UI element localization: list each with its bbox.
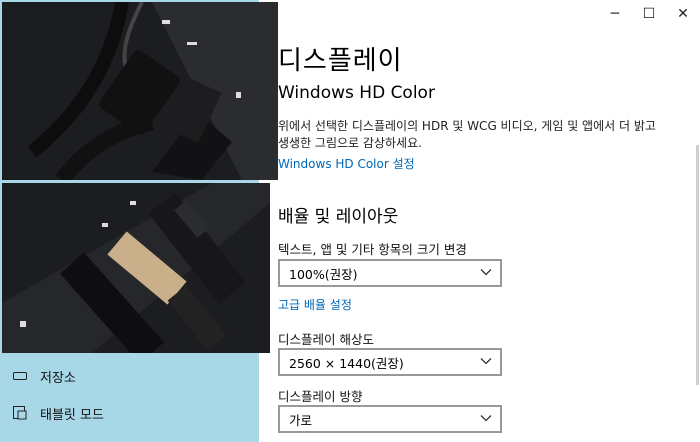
resolution-label: 디스플레이 해상도 <box>278 332 374 347</box>
resolution-value: 2560 × 1440(권장) <box>289 355 404 371</box>
orientation-label: 디스플레이 방향 <box>278 389 363 404</box>
storage-icon <box>12 369 28 383</box>
advanced-scale-link[interactable]: 고급 배율 설정 <box>278 296 352 313</box>
hd-color-settings-link[interactable]: Windows HD Color 설정 <box>278 155 415 172</box>
scale-value: 100%(권장) <box>289 266 358 282</box>
chevron-down-icon <box>480 415 492 422</box>
scale-label: 텍스트, 앱 및 기타 항목의 크기 변경 <box>278 242 467 257</box>
nav-item-label: 저장소 <box>40 370 76 386</box>
page-title: 디스플레이 <box>278 46 403 76</box>
chevron-down-icon <box>480 269 492 276</box>
cable-photo-bottom <box>2 183 270 353</box>
scale-layout-section-title: 배율 및 레이아웃 <box>278 207 399 227</box>
chevron-down-icon <box>480 358 492 365</box>
orientation-value: 가로 <box>289 412 313 428</box>
nav-item-tablet-mode[interactable]: 태블릿 모드 <box>0 398 259 428</box>
scale-dropdown[interactable]: 100%(권장) <box>278 259 502 287</box>
nav-item-storage[interactable]: 저장소 <box>0 361 259 391</box>
vertical-scrollbar[interactable] <box>696 145 699 385</box>
cable-photo-top <box>2 2 278 180</box>
nav-item-label: 태블릿 모드 <box>40 407 104 423</box>
display-settings-pane: 디스플레이 Windows HD Color 위에서 선택한 디스플레이의 HD… <box>278 0 700 442</box>
hdr-section-title: Windows HD Color <box>278 83 435 103</box>
resolution-dropdown[interactable]: 2560 × 1440(권장) <box>278 348 502 376</box>
orientation-dropdown[interactable]: 가로 <box>278 405 502 433</box>
tablet-mode-icon <box>12 406 28 420</box>
hdr-description: 위에서 선택한 디스플레이의 HDR 및 WCG 비디오, 게임 및 앱에서 더… <box>278 119 656 150</box>
